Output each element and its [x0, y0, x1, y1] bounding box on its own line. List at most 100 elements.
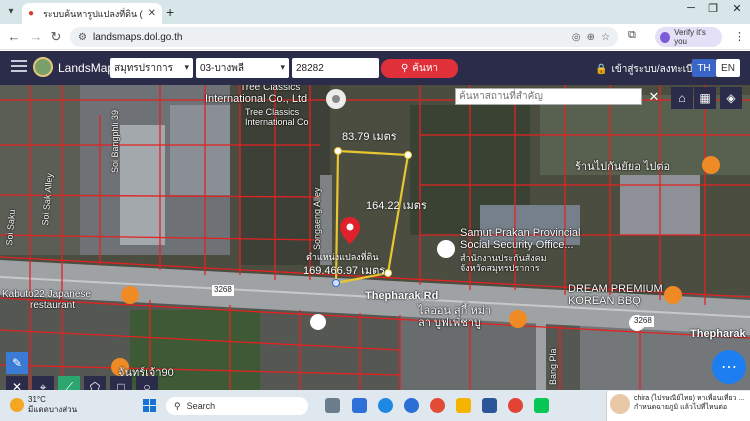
user-lock-icon: 🔒 — [595, 64, 608, 75]
road-label: Thepharak — [690, 328, 746, 340]
parcel-number-value: 28282 — [296, 62, 324, 74]
road-number: 3268 — [634, 316, 652, 325]
more-options-fab[interactable]: ⋯ — [712, 350, 746, 384]
lang-en-button[interactable]: EN — [716, 59, 740, 77]
bookmark-star-icon[interactable]: ☆ — [601, 32, 610, 43]
home-icon[interactable]: ⌂ — [671, 87, 693, 109]
forward-arrow-icon[interactable]: → — [28, 29, 44, 44]
line-app-icon[interactable] — [534, 398, 549, 413]
province-select[interactable]: สมุทรปราการ ▾ — [110, 58, 193, 78]
map-label: restaurant — [30, 300, 76, 311]
weather-desc: มีแดดบางส่วน — [28, 405, 78, 414]
road-label: Songaeng Alley — [312, 187, 322, 250]
map-label: ร้านไปกันยัยอ ไปต่อ — [575, 161, 671, 173]
url-text: landsmaps.dol.go.th — [92, 31, 183, 43]
map-label: Tree Classics — [240, 85, 301, 93]
map-label: Social Security Office... — [460, 239, 574, 251]
windows-start-icon[interactable] — [143, 399, 156, 412]
square-tool-icon[interactable]: □ — [110, 376, 132, 390]
temperature: 31°C — [28, 395, 46, 404]
location-pin-favicon-icon: ● — [28, 7, 35, 19]
zoom-icon[interactable]: ⊕ — [587, 32, 595, 43]
sender-avatar — [610, 394, 630, 414]
extensions-icon[interactable]: ⧉ — [628, 29, 636, 42]
edge-icon[interactable] — [404, 398, 419, 413]
zoom-app-icon[interactable] — [378, 398, 393, 413]
hamburger-menu-icon[interactable] — [11, 60, 27, 74]
maximize-icon[interactable]: ❐ — [702, 2, 724, 15]
address-bar[interactable]: ⚙ landsmaps.dol.go.th ◎ ⊕ ☆ — [70, 27, 618, 47]
road-number: 3268 — [214, 285, 232, 294]
file-explorer-icon[interactable] — [456, 398, 471, 413]
chrome-profile-icon[interactable] — [508, 398, 523, 413]
browser-menu-icon[interactable]: ⋮ — [734, 30, 745, 43]
parcel-right-length: 164.22 เมตร — [366, 200, 427, 212]
polygon-tool-icon[interactable]: ⬠ — [84, 376, 106, 390]
map-label: Kabuto22 Japanese — [2, 289, 91, 300]
copilot-icon[interactable] — [352, 398, 367, 413]
notif-body: กำหนดฉายภูมิ แล้วไปที่ไหนต่อ — [634, 404, 728, 411]
browser-toolbar: ← → ↻ ⚙ landsmaps.dol.go.th ◎ ⊕ ☆ ⧉ Veri… — [0, 24, 750, 50]
search-icon: ⚲ — [174, 400, 181, 411]
search-icon: ⚲ — [400, 63, 409, 74]
task-view-icon[interactable] — [325, 398, 340, 413]
road-label: Bang Pla — [548, 348, 558, 385]
notification-toast[interactable]: chira (ไปรษณีย์ไทย) หาเพื่อนเที่ยว ... ก… — [606, 391, 750, 421]
map-search-clear-icon[interactable]: ✕ — [645, 88, 663, 106]
map-view[interactable]: Tree Classics International Co., Ltd Tre… — [0, 85, 750, 390]
pin-tool-icon[interactable]: ⌖ — [32, 376, 54, 390]
eye-off-icon[interactable]: ◎ — [572, 32, 581, 43]
tab-title: ระบบค้นหารูปแปลงที่ดิน (LandsMap — [43, 8, 143, 19]
verify-profile-chip[interactable]: Verify it's you — [655, 27, 722, 47]
new-tab-button[interactable]: + — [166, 4, 174, 20]
parcel-bottom-length: 169.466.97 เมตร — [303, 265, 386, 277]
map-label: KOREAN BBQ — [568, 295, 641, 307]
province-value: สมุทรปราการ — [114, 62, 174, 74]
tab-search-icon[interactable]: ▾ — [4, 4, 18, 20]
notif-title: chira (ไปรษณีย์ไทย) หาเพื่อนเที่ยว ... — [634, 395, 745, 402]
parcel-top-length: 83.79 เมตร — [342, 131, 397, 143]
layers-icon[interactable]: ◈ — [720, 87, 742, 109]
back-arrow-icon[interactable]: ← — [6, 29, 22, 44]
lang-th-button[interactable]: TH — [692, 59, 716, 77]
map-label: International Co — [245, 117, 309, 127]
map-label: Tree Classics — [245, 107, 300, 117]
road-label: Soi Bangphli 39 — [110, 109, 120, 173]
tab-close-icon[interactable]: ✕ — [148, 8, 156, 19]
district-select[interactable]: 03-บางพลี ▾ — [196, 58, 289, 78]
browser-tab-strip: ▾ ● ระบบค้นหารูปแปลงที่ดิน (LandsMap ✕ +… — [0, 0, 750, 24]
weather-widget[interactable]: 31°C มีแดดบางส่วน — [10, 395, 77, 415]
measure-tool-icon[interactable]: ✕ — [6, 376, 28, 390]
taskbar-search-placeholder: Search — [186, 401, 216, 411]
grid-icon[interactable]: ▦ — [694, 87, 716, 109]
minimize-icon[interactable]: ─ — [680, 2, 702, 14]
line-tool-icon[interactable]: ⟋ — [58, 376, 80, 390]
search-button[interactable]: ⚲ ค้นหา — [381, 59, 458, 78]
map-label: DREAM PREMIUM — [568, 283, 663, 295]
parcel-number-input[interactable]: 28282 — [292, 58, 379, 78]
word-icon[interactable] — [482, 398, 497, 413]
window-close-icon[interactable]: ✕ — [726, 2, 748, 15]
circle-tool-icon[interactable]: ○ — [136, 376, 158, 390]
map-label: Samut Prakan Provincial — [460, 227, 581, 239]
taskbar-search[interactable]: ⚲ Search — [166, 397, 308, 415]
chevron-down-icon: ▾ — [280, 62, 285, 72]
search-button-label: ค้นหา — [412, 63, 439, 74]
browser-tab[interactable]: ● ระบบค้นหารูปแปลงที่ดิน (LandsMap ✕ — [22, 3, 162, 24]
verify-label: Verify it's you — [674, 28, 706, 46]
district-value: 03-บางพลี — [200, 62, 245, 74]
dol-logo — [33, 57, 53, 77]
eraser-icon[interactable]: ✎ — [6, 352, 28, 374]
chevron-down-icon: ▾ — [184, 62, 189, 72]
map-label: จังหวัดสมุทรปราการ — [460, 263, 540, 273]
site-info-icon[interactable]: ⚙ — [78, 32, 87, 43]
map-label: ลา บูฟเฟ่ชาบู — [418, 317, 481, 329]
map-label: International Co., Ltd — [205, 93, 308, 105]
profile-avatar-icon — [660, 31, 671, 43]
reload-icon[interactable]: ↻ — [48, 29, 64, 45]
map-place-search-input[interactable] — [455, 88, 642, 105]
weather-sun-icon — [10, 398, 24, 412]
screen: ▾ ● ระบบค้นหารูปแปลงที่ดิน (LandsMap ✕ +… — [0, 0, 750, 421]
login-link[interactable]: 🔒 เข้าสู่ระบบ/ลงทะเบียน — [595, 62, 705, 77]
chrome-icon[interactable] — [430, 398, 445, 413]
